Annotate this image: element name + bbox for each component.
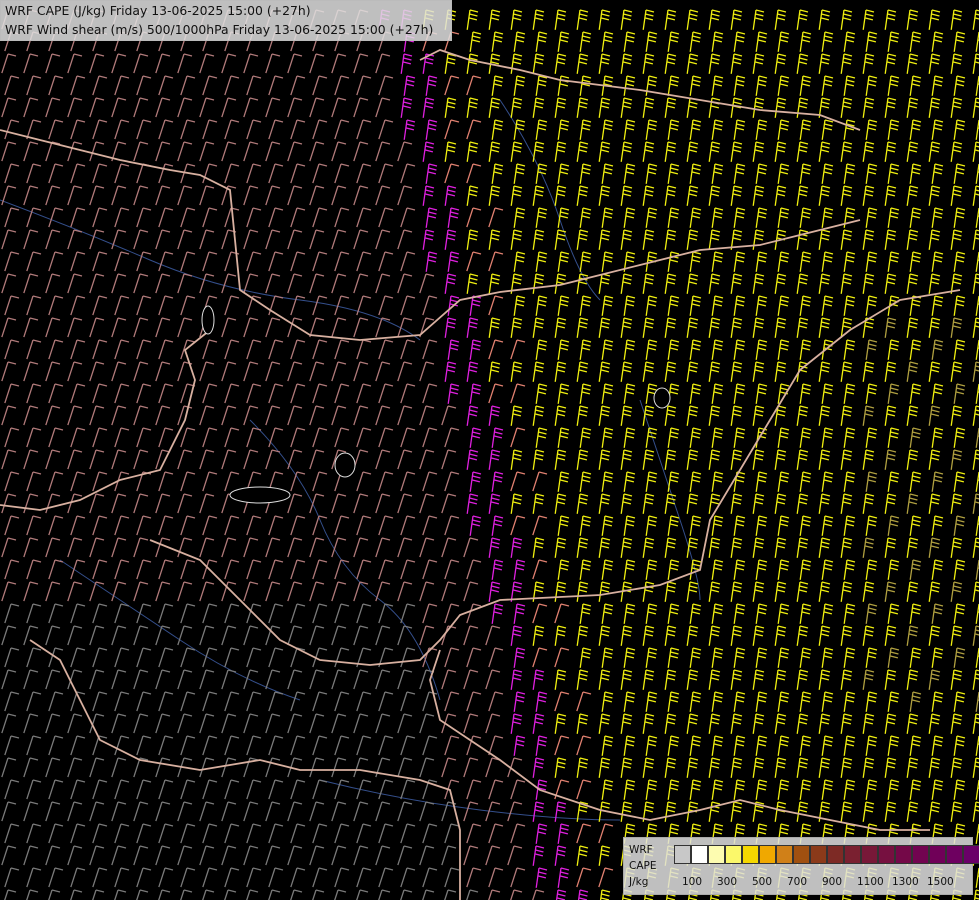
legend-swatch — [895, 845, 912, 864]
lake — [229, 486, 291, 504]
legend-tick-label: 1100 — [857, 876, 884, 888]
cape-legend: WRF CAPE J/kg 100 300 500 700 900 1100 1300 150… — [623, 837, 979, 895]
legend-swatch — [810, 845, 827, 864]
title-cape: WRF CAPE (J/kg) Friday 13-06-2025 15:00 … — [5, 3, 311, 18]
legend-swatch — [691, 845, 708, 864]
legend-swatch — [674, 845, 691, 864]
map-canvas — [0, 0, 979, 900]
lake — [653, 387, 671, 409]
legend-swatch — [844, 845, 861, 864]
map-title-box: WRF CAPE (J/kg) Friday 13-06-2025 15:00 … — [0, 0, 452, 41]
legend-swatch — [708, 845, 725, 864]
title-wind-shear: WRF Wind shear (m/s) 500/1000hPa Friday … — [5, 22, 434, 37]
legend-label-unit: J/kg — [629, 876, 649, 888]
legend-swatch — [776, 845, 793, 864]
legend-tick-label: 900 — [822, 876, 843, 888]
legend-swatches — [674, 845, 979, 864]
legend-tick-label: 300 — [717, 876, 738, 888]
legend-label-cape: CAPE — [629, 860, 657, 872]
lake — [201, 305, 215, 335]
legend-swatch — [827, 845, 844, 864]
legend-swatch — [929, 845, 946, 864]
legend-swatch — [963, 845, 979, 864]
legend-tick-label: 1500 — [927, 876, 954, 888]
legend-swatch — [861, 845, 878, 864]
legend-tick-label: 100 — [682, 876, 703, 888]
legend-tick-label: 1300 — [892, 876, 919, 888]
legend-tick-label: 500 — [752, 876, 773, 888]
legend-swatch — [946, 845, 963, 864]
legend-swatch — [912, 845, 929, 864]
legend-swatch — [742, 845, 759, 864]
legend-tick-label: 700 — [787, 876, 808, 888]
legend-swatch — [759, 845, 776, 864]
legend-ticks: 100 300 500 700 900 1100 1300 1500 — [670, 876, 970, 890]
lake — [334, 452, 356, 478]
legend-swatch — [793, 845, 810, 864]
legend-swatch — [725, 845, 742, 864]
legend-label-wrf: WRF — [629, 844, 653, 856]
legend-swatch — [878, 845, 895, 864]
